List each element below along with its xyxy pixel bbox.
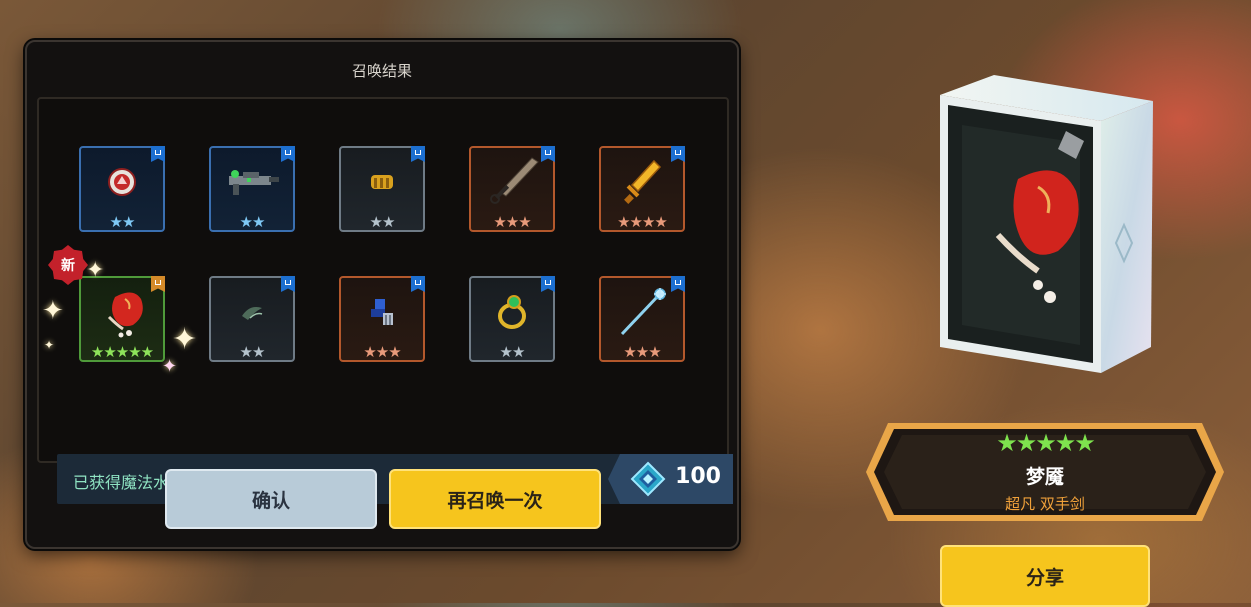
item-slot-6[interactable]: ★★★★★ xyxy=(79,276,165,362)
crystal-amount-box: 100 xyxy=(608,454,733,504)
ice-staff-icon xyxy=(620,288,666,336)
item-stars: ★★★ xyxy=(363,343,401,361)
bookmark-icon xyxy=(671,276,685,292)
item-stars: ★★★★ xyxy=(617,213,668,231)
sword-icon xyxy=(490,157,539,205)
magic-crystal-icon xyxy=(630,461,666,497)
item-slot-8[interactable]: ★★★ xyxy=(339,276,425,362)
item-slot-2[interactable]: ★★ xyxy=(209,146,295,232)
bookmark-icon xyxy=(411,146,425,162)
rifle-icon xyxy=(229,170,279,196)
bookmark-icon xyxy=(541,276,555,292)
summon-result-panel: 召唤结果 ★★ ★★ ★★ ★★★ ★★★★ ★★★★★ ★★ ★★★ ★★ ★… xyxy=(25,40,739,549)
item-stars: ★★ xyxy=(239,213,266,231)
bookmark-icon xyxy=(281,146,295,162)
bookmark-icon xyxy=(671,146,685,162)
summon-again-button[interactable]: 再召唤一次 xyxy=(389,469,601,529)
share-button[interactable]: 分享 xyxy=(940,545,1150,607)
gauntlet-icon xyxy=(371,175,393,190)
item-stars: ★★ xyxy=(499,343,526,361)
sparkle-icon: ✦ xyxy=(86,258,105,283)
item-slot-4[interactable]: ★★★ xyxy=(469,146,555,232)
red-pouch-icon xyxy=(107,292,143,338)
featured-type: 超凡 双手剑 xyxy=(1005,495,1085,513)
panel-title: 召唤结果 xyxy=(351,62,412,80)
new-badge: 新 xyxy=(48,245,88,285)
emerald-ring-icon xyxy=(498,295,526,330)
golden-dagger-icon xyxy=(624,160,662,205)
sparkle-icon: ✦ xyxy=(172,322,198,357)
bookmark-icon xyxy=(281,276,295,292)
bookmark-icon xyxy=(411,276,425,292)
crystal-amount: 100 xyxy=(675,464,721,489)
item-stars: ★★★★★ xyxy=(90,343,154,361)
featured-name: 梦魇 xyxy=(1025,466,1064,488)
shield-icon xyxy=(108,168,136,197)
results-grid: ★★ ★★ ★★ ★★★ ★★★★ ★★★★★ ★★ ★★★ ★★ ★★★ 已获… xyxy=(37,97,733,504)
item-slot-9[interactable]: ★★ xyxy=(469,276,555,362)
item-stars: ★★ xyxy=(239,343,266,361)
item-slot-1[interactable]: ★★ xyxy=(79,146,165,232)
bookmark-icon xyxy=(151,146,165,162)
featured-stars: ★★★★★ xyxy=(996,429,1096,457)
item-stars: ★★ xyxy=(109,213,136,231)
item-stars: ★★ xyxy=(369,213,396,231)
item-stars: ★★★ xyxy=(493,213,531,231)
featured-info-plate: ★★★★★ 梦魇 超凡 双手剑 xyxy=(866,423,1224,521)
confirm-button[interactable]: 确认 xyxy=(165,469,377,529)
sparkle-icon: ✦ xyxy=(42,296,64,326)
sparkle-icon: ✦ xyxy=(44,338,55,352)
featured-item-card[interactable] xyxy=(938,75,1153,373)
leaf-blade-icon xyxy=(242,307,263,321)
item-slot-3[interactable]: ★★ xyxy=(339,146,425,232)
item-slot-5[interactable]: ★★★★ xyxy=(599,146,685,232)
sparkle-icon: ✦ xyxy=(162,356,178,377)
item-slot-7[interactable]: ★★ xyxy=(209,276,295,362)
item-slot-10[interactable]: ★★★ xyxy=(599,276,685,362)
bookmark-icon xyxy=(151,276,165,292)
blue-figure-icon xyxy=(371,299,393,326)
item-stars: ★★★ xyxy=(623,343,661,361)
bookmark-icon xyxy=(541,146,555,162)
